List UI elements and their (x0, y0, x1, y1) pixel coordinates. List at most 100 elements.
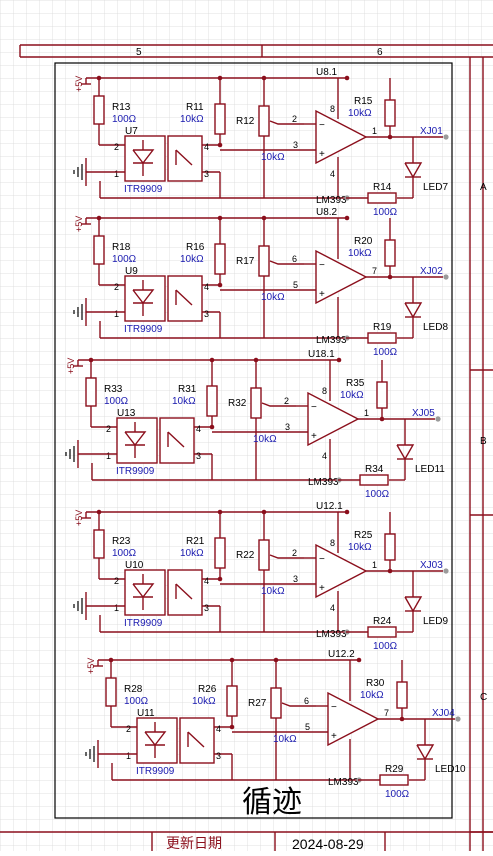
resistor-body (384, 239, 396, 267)
resistor-pull-ref: R21 (186, 536, 205, 547)
comparator-ref: U12.1 (316, 501, 343, 512)
potentiometer-ref: R27 (248, 698, 267, 709)
resistor-body (214, 537, 226, 569)
resistor-out-ref: R30 (366, 678, 385, 689)
junction-dot (399, 716, 405, 722)
junction-dot (209, 424, 215, 430)
resistor-ind-ref: R24 (373, 616, 392, 627)
sensor-led-body (124, 135, 166, 182)
row-label-a: A (480, 182, 487, 193)
pin-sensor-b: 1 (114, 309, 119, 319)
pin-sensor-a: 2 (114, 142, 119, 152)
resistor-body (379, 774, 409, 786)
pin-out: 1 (372, 126, 377, 136)
pin-sensor-c: 4 (204, 576, 209, 586)
pin-minus: 6 (292, 254, 297, 264)
supply-label: +5V (74, 216, 84, 232)
pin-sensor-d: 3 (196, 451, 201, 461)
resistor-pull-value: 10kΩ (180, 254, 204, 265)
resistor-pull-ref: R11 (186, 102, 204, 113)
net-terminal (443, 274, 449, 280)
resistor-body (93, 235, 105, 265)
sensor-ref: U9 (125, 266, 138, 277)
led-ref: LED9 (423, 616, 448, 627)
resistor-led-value: 100Ω (124, 696, 149, 707)
supply-label: +5V (74, 510, 84, 526)
comparator-part: LM393 (316, 629, 347, 640)
pin-sensor-c: 4 (204, 282, 209, 292)
pin-vcc: 8 (330, 538, 335, 548)
resistor-body (367, 626, 397, 638)
net-label: XJ04 (432, 708, 455, 719)
junction-dot (387, 134, 393, 140)
resistor-out-ref: R15 (354, 96, 373, 107)
resistor-body (376, 381, 388, 409)
row-label-c: C (480, 692, 487, 703)
junction-dot (336, 357, 342, 363)
resistor-body (93, 529, 105, 559)
resistor-pull-value: 10kΩ (192, 696, 216, 707)
net-terminal (443, 568, 449, 574)
pin-vcc: 8 (322, 386, 327, 396)
resistor-led-ref: R23 (112, 536, 131, 547)
pin-sensor-b: 1 (106, 451, 111, 461)
pin-plus: 3 (293, 140, 298, 150)
resistor-ind-ref: R34 (365, 464, 384, 475)
pin-sensor-c: 4 (216, 724, 221, 734)
resistor-out-ref: R25 (354, 530, 373, 541)
comparator-part: LM393 (328, 777, 359, 788)
net-label: XJ03 (420, 560, 443, 571)
pin-sensor-d: 3 (216, 751, 221, 761)
pin-sensor-c: 4 (196, 424, 201, 434)
pin-sensor-a: 2 (106, 424, 111, 434)
pin-sensor-d: 3 (204, 603, 209, 613)
resistor-body (105, 677, 117, 707)
comparator-ref: U8.1 (316, 67, 338, 78)
junction-dot (344, 215, 350, 221)
resistor-body (367, 192, 397, 204)
pin-minus: 2 (284, 396, 289, 406)
resistor-ind-value: 100Ω (373, 641, 398, 652)
led-ref: LED7 (423, 182, 448, 193)
comparator-plus: + (319, 149, 325, 160)
pin-sensor-d: 3 (204, 169, 209, 179)
resistor-led-ref: R13 (112, 102, 131, 113)
pin-sensor-b: 1 (114, 603, 119, 613)
comparator-part: LM393 (316, 195, 347, 206)
net-label: XJ02 (420, 266, 443, 277)
resistor-led-ref: R18 (112, 242, 131, 253)
potentiometer-body (258, 105, 270, 137)
comparator-minus: − (319, 554, 325, 565)
potentiometer-ref: R17 (236, 256, 255, 267)
potentiometer-body (270, 687, 282, 719)
resistor-pull-value: 10kΩ (180, 548, 204, 559)
potentiometer-body (258, 539, 270, 571)
resistor-body (226, 685, 238, 717)
potentiometer-body (250, 387, 262, 419)
junction-dot (217, 142, 223, 148)
supply-label: +5V (74, 76, 84, 92)
schematic-canvas: 5 6 A B C +5VR13100ΩU7ITR99092143R1110kΩ… (0, 0, 493, 852)
resistor-body (359, 474, 389, 486)
potentiometer-value: 10kΩ (261, 586, 285, 597)
resistor-ind-value: 100Ω (365, 489, 390, 500)
junction-dot (379, 416, 385, 422)
resistor-led-value: 100Ω (112, 254, 137, 265)
resistor-pull-value: 10kΩ (180, 114, 204, 125)
net-terminal (435, 416, 441, 422)
potentiometer-value: 10kΩ (253, 434, 277, 445)
resistor-pull-value: 10kΩ (172, 396, 196, 407)
resistor-ind-value: 100Ω (373, 207, 398, 218)
sensor-led-body (124, 569, 166, 616)
sensor-part: ITR9909 (124, 618, 163, 629)
supply-label: +5V (66, 358, 76, 374)
resistor-pull-ref: R26 (198, 684, 217, 695)
junction-dot (356, 657, 362, 663)
pin-plus: 5 (305, 722, 310, 732)
zone-label-5: 5 (136, 47, 142, 58)
resistor-out-ref: R20 (354, 236, 373, 247)
pin-minus: 2 (292, 114, 297, 124)
schematic-sheet: 5 6 A B C +5V R13 100Ω U7 ITR9909 2 1 4 3 R11 10kΩ… (0, 0, 493, 852)
pin-gnd: 4 (322, 451, 327, 461)
resistor-led-value: 100Ω (112, 548, 137, 559)
